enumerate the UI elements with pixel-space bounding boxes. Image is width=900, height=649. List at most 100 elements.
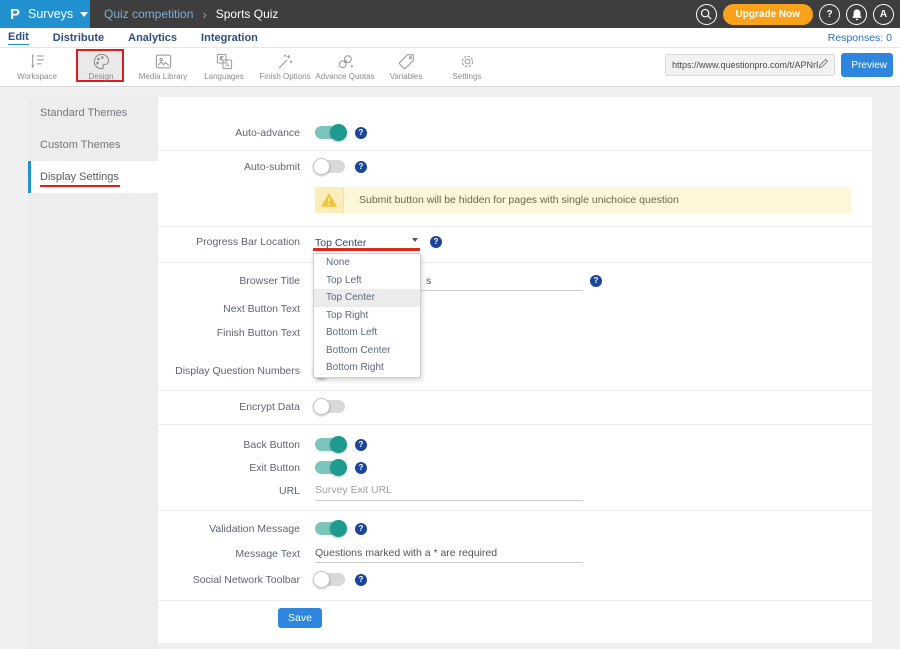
divider xyxy=(158,424,872,425)
validation-message-help-icon[interactable]: ? xyxy=(355,523,367,535)
surveys-label: Surveys xyxy=(28,7,73,21)
exit-url-input[interactable] xyxy=(315,500,583,501)
languages-icon: A xyxy=(215,52,234,71)
media-library-icon xyxy=(154,52,173,71)
breadcrumb-parent[interactable]: Quiz competition xyxy=(104,7,193,21)
survey-url-field[interactable]: https://www.questionpro.com/t/APNrFZ xyxy=(665,54,835,76)
exit-url-placeholder: Survey Exit URL xyxy=(315,484,392,496)
progress-bar-help-icon[interactable]: ? xyxy=(430,236,442,248)
search-icon[interactable] xyxy=(696,4,717,25)
edit-url-pencil-icon[interactable] xyxy=(818,56,829,74)
select-caret-icon xyxy=(412,238,418,242)
menu-option-top-center[interactable]: Top Center xyxy=(314,289,420,307)
message-text-input[interactable] xyxy=(315,562,583,563)
toolbar-item-workspace[interactable]: Workspace xyxy=(5,52,69,81)
progress-bar-location-menu: None Top Left Top Center Top Right Botto… xyxy=(313,253,421,378)
avatar[interactable]: A xyxy=(873,4,894,25)
toolbar-item-media-library[interactable]: Media Library xyxy=(131,52,195,81)
toolbar-item-languages[interactable]: A Languages xyxy=(192,52,256,81)
app-root: P Surveys Quiz competition › Sports Quiz… xyxy=(0,0,900,649)
menu-option-bottom-left[interactable]: Bottom Left xyxy=(314,324,420,342)
menu-option-top-left[interactable]: Top Left xyxy=(314,272,420,290)
finish-options-icon xyxy=(276,52,295,71)
toolbar-item-design[interactable]: Design xyxy=(69,52,133,81)
questionpro-logo: P xyxy=(10,6,20,23)
browser-title-label: Browser Title xyxy=(158,275,300,287)
sidebar-item-display-settings[interactable]: Display Settings xyxy=(28,161,158,193)
tab-integration[interactable]: Integration xyxy=(201,32,258,44)
design-toolbar: Workspace Design Media Library A Languag… xyxy=(0,48,900,87)
help-icon[interactable]: ? xyxy=(819,4,840,25)
auto-advance-toggle[interactable] xyxy=(315,126,345,139)
next-button-text-label: Next Button Text xyxy=(158,303,300,315)
top-bar: P Surveys Quiz competition › Sports Quiz… xyxy=(0,0,900,28)
toolbar-item-settings[interactable]: Settings xyxy=(435,52,499,81)
social-network-toolbar-help-icon[interactable]: ? xyxy=(355,574,367,586)
themes-sidebar: Standard Themes Custom Themes Display Se… xyxy=(28,97,158,649)
auto-advance-label: Auto-advance xyxy=(158,127,300,139)
breadcrumb-current: Sports Quiz xyxy=(216,7,279,21)
menu-option-bottom-right[interactable]: Bottom Right xyxy=(314,359,420,377)
message-text-label: Message Text xyxy=(158,548,300,560)
back-button-label: Back Button xyxy=(158,439,300,451)
settings-icon xyxy=(458,52,477,71)
chevron-down-icon xyxy=(80,12,88,17)
encrypt-data-label: Encrypt Data xyxy=(158,401,300,413)
design-icon xyxy=(92,52,111,71)
divider xyxy=(158,510,872,511)
sidebar-item-custom-themes[interactable]: Custom Themes xyxy=(28,129,158,161)
display-settings-panel: Auto-advance ? Auto-submit ? Submit butt… xyxy=(158,97,872,643)
annotation-display-settings-underline xyxy=(40,185,120,187)
notifications-bell-icon[interactable] xyxy=(846,4,867,25)
toolbar-item-variables[interactable]: Variables xyxy=(374,52,438,81)
divider xyxy=(158,600,872,601)
progress-bar-location-label: Progress Bar Location xyxy=(158,236,300,248)
surveys-menu[interactable]: P Surveys xyxy=(0,0,90,28)
toolbar-item-finish-options[interactable]: Finish Options xyxy=(253,52,317,81)
divider xyxy=(158,150,872,151)
topbar-actions: Upgrade Now ? A xyxy=(696,0,894,28)
tab-analytics[interactable]: Analytics xyxy=(128,32,177,44)
workspace-icon xyxy=(28,52,47,71)
tab-distribute[interactable]: Distribute xyxy=(53,32,104,44)
upgrade-now-button[interactable]: Upgrade Now xyxy=(723,4,813,25)
tab-edit[interactable]: Edit xyxy=(8,31,29,45)
progress-bar-location-select[interactable]: Top Center xyxy=(315,233,420,248)
svg-text:A: A xyxy=(225,62,230,69)
divider xyxy=(158,390,872,391)
auto-submit-toggle[interactable] xyxy=(315,160,345,173)
auto-submit-help-icon[interactable]: ? xyxy=(355,161,367,173)
social-network-toolbar-toggle[interactable] xyxy=(315,573,345,586)
preview-button[interactable]: Preview xyxy=(841,53,893,77)
validation-message-toggle[interactable] xyxy=(315,522,345,535)
breadcrumb: Quiz competition › Sports Quiz xyxy=(104,0,278,28)
variables-icon xyxy=(397,52,416,71)
browser-title-value-fragment: s xyxy=(426,275,431,287)
survey-url-value: https://www.questionpro.com/t/APNrFZ xyxy=(672,60,818,70)
divider xyxy=(158,226,872,227)
auto-advance-help-icon[interactable]: ? xyxy=(355,127,367,139)
exit-button-help-icon[interactable]: ? xyxy=(355,462,367,474)
back-button-toggle[interactable] xyxy=(315,438,345,451)
menu-option-none[interactable]: None xyxy=(314,254,420,272)
sidebar-item-standard-themes[interactable]: Standard Themes xyxy=(28,97,158,129)
encrypt-data-toggle[interactable] xyxy=(315,400,345,413)
exit-button-toggle[interactable] xyxy=(315,461,345,474)
menu-option-top-right[interactable]: Top Right xyxy=(314,307,420,325)
validation-message-label: Validation Message xyxy=(158,523,300,535)
save-button[interactable]: Save xyxy=(278,608,322,628)
responses-count: Responses: 0 xyxy=(828,32,892,44)
menu-option-bottom-center[interactable]: Bottom Center xyxy=(314,342,420,360)
annotation-progress-bar-underline xyxy=(313,248,420,251)
social-network-toolbar-label: Social Network Toolbar xyxy=(158,574,300,586)
warning-banner: Submit button will be hidden for pages w… xyxy=(315,187,851,213)
warning-text: Submit button will be hidden for pages w… xyxy=(359,187,679,213)
advance-quotas-icon xyxy=(336,52,355,71)
back-button-help-icon[interactable]: ? xyxy=(355,439,367,451)
survey-subnav: Edit Distribute Analytics Integration Re… xyxy=(0,28,900,48)
toolbar-item-advance-quotas[interactable]: Advance Quotas xyxy=(313,52,377,81)
browser-title-help-icon[interactable]: ? xyxy=(590,275,602,287)
warning-triangle-icon xyxy=(320,192,338,208)
breadcrumb-separator-icon: › xyxy=(202,7,206,22)
auto-submit-label: Auto-submit xyxy=(158,161,300,173)
